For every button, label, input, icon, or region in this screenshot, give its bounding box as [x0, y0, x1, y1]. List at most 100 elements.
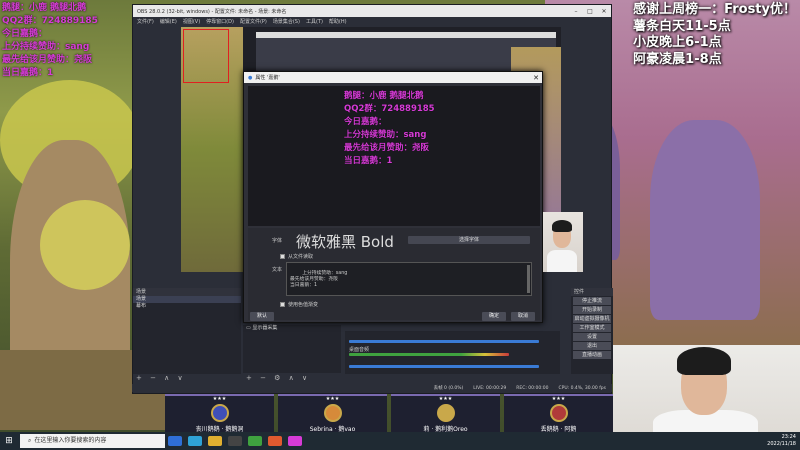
exit-button[interactable]: 退出: [573, 342, 611, 350]
overlay-line: 今日嘉鹅：: [2, 29, 48, 39]
menu-profile[interactable]: 配置文件(P): [240, 18, 267, 25]
text-input[interactable]: 上分持续赞助：sang 最先给该月赞助：尧阪 当日嘉鹅：1: [286, 262, 532, 296]
overlay-info-left: 鹅腿：小鹿 鹅腿北鹅 QQ2群：724889185 今日嘉鹅： 上分持续赞助：s…: [2, 2, 98, 80]
virtual-camera-button[interactable]: 启动虚拟摄像机: [573, 315, 611, 323]
obs-taskbar-icon[interactable]: [228, 436, 242, 446]
menu-file[interactable]: 文件(F): [137, 18, 154, 25]
sources-list: ▭ 显示器采集: [243, 325, 341, 373]
webcam-small: [543, 212, 583, 272]
wechat-icon[interactable]: [248, 436, 262, 446]
scenes-list: 场景 幕布: [133, 296, 241, 374]
source-item[interactable]: ▭ 显示器采集: [243, 325, 341, 332]
preview-selection-box[interactable]: [183, 29, 229, 83]
streamer-hair: [552, 220, 572, 232]
dialog-close-icon[interactable]: ✕: [530, 74, 542, 82]
preview-text-line: 最先给该月赞助：尧阪: [344, 143, 430, 153]
preview-text-line: 今日嘉鹅：: [344, 117, 387, 127]
scene-item[interactable]: 场景: [133, 296, 241, 303]
app-icon[interactable]: [268, 436, 282, 446]
task-view-icon[interactable]: [168, 436, 182, 446]
overlay-line: 薯条白天11-5点: [633, 18, 731, 34]
properties-dialog: ● 属性 '嘉鹅' ✕ 鹅腿：小鹿 鹅腿北鹅 QQ2群：724889185 今日…: [243, 71, 543, 323]
preview-text-line: 当日嘉鹅：1: [344, 156, 393, 166]
checkbox-box[interactable]: [280, 302, 285, 307]
ok-button[interactable]: 确定: [482, 312, 506, 321]
scenes-toolbar[interactable]: + − ∧ ∨: [136, 374, 186, 382]
streamer-hair: [677, 347, 731, 375]
overlay-line: 感谢上周榜一：Frosty优！: [633, 2, 796, 17]
menu-help[interactable]: 帮助(H): [329, 18, 347, 25]
transition-button[interactable]: 直播动画: [573, 351, 611, 359]
status-live-time: LIVE: 00:00:29: [473, 385, 507, 391]
source-label: 显示器采集: [252, 325, 278, 331]
file-explorer-icon[interactable]: [208, 436, 222, 446]
edge-icon[interactable]: [188, 436, 202, 446]
stop-stream-button[interactable]: 停止推流: [573, 297, 611, 305]
hero-portrait: [549, 404, 568, 422]
cancel-button[interactable]: 取消: [511, 312, 535, 321]
tray-time: 23:24: [781, 434, 796, 440]
gradient-checkbox[interactable]: 使用色值渐变: [280, 301, 318, 308]
hero-card: ★★★ 丢鹅鹅 · 阿鹅: [504, 394, 613, 434]
start-recording-button[interactable]: 开始录制: [573, 306, 611, 314]
search-placeholder: 在这里输入你要搜索的内容: [34, 437, 107, 444]
system-tray-clock[interactable]: 23:24 2022/11/18: [767, 434, 796, 448]
from-file-label: 从文件读取: [288, 254, 314, 260]
overlay-line: QQ2群：724889185: [2, 16, 98, 26]
overlay-line: 阿豪凌晨1-8点: [633, 51, 722, 67]
from-file-checkbox[interactable]: 从文件读取: [280, 253, 313, 260]
app-icon[interactable]: [288, 436, 302, 446]
overlay-line: 最先给该月赞助：尧阪: [2, 55, 93, 65]
menu-tools[interactable]: 工具(T): [306, 18, 323, 25]
dialog-title-bar: ● 属性 '嘉鹅' ✕: [244, 72, 542, 83]
volume-slider[interactable]: [349, 340, 539, 343]
obs-title: OBS 28.0.2 (32-bit, windows) - 配置文件: 未命名…: [137, 8, 287, 15]
status-cpu: CPU: 0.4%, 30.00 fps: [558, 385, 607, 391]
controls-panel: 停止推流 开始录制 启动虚拟摄像机 工作室模式 设置 退出 直播动画: [571, 296, 613, 374]
mixer-channel-label: 桌面音频: [349, 347, 370, 353]
scene-item[interactable]: 幕布: [133, 303, 241, 310]
hero-stars: ★★★: [551, 396, 566, 402]
hero-stars: ★★★: [325, 396, 340, 402]
settings-button[interactable]: 设置: [573, 333, 611, 341]
volume-slider[interactable]: [349, 365, 539, 368]
hero-stars: ★★★: [212, 396, 227, 402]
studio-mode-button[interactable]: 工作室模式: [573, 324, 611, 332]
tray-date: 2022/11/18: [767, 441, 796, 447]
hero-portrait: [436, 404, 455, 422]
defaults-button[interactable]: 默认: [250, 312, 274, 321]
windows-start-icon[interactable]: ⊞: [0, 436, 18, 446]
hero-card: ★★★ Sebrina · 鹅vao: [278, 394, 387, 434]
hero-strip: ★★★ 丧川鹅鹅 · 鹅鹅洞 ★★★ Sebrina · 鹅vao ★★★ 莉 …: [165, 394, 613, 434]
menu-view[interactable]: 视图(V): [183, 18, 200, 25]
obs-title-bar: OBS 28.0.2 (32-bit, windows) - 配置文件: 未命名…: [133, 5, 611, 17]
dialog-properties: 字体 微软雅黑 Bold 选择字体 从文件读取 文本 上分持续赞助：sang 最…: [248, 228, 540, 320]
volume-meter: [349, 353, 509, 356]
preview-text-block: 鹅腿：小鹿 鹅腿北鹅 QQ2群：724889185 今日嘉鹅： 上分持续赞助：s…: [344, 90, 435, 168]
overlay-line: 上分持续赞助：sang: [2, 42, 90, 52]
taskbar-search-box[interactable]: ⌕ 在这里输入你要搜索的内容: [20, 434, 165, 448]
dialog-text-preview: 鹅腿：小鹿 鹅腿北鹅 QQ2群：724889185 今日嘉鹅： 上分持续赞助：s…: [248, 86, 540, 226]
text-label: 文本: [272, 267, 283, 273]
preview-text-line: 鹅腿：小鹿 鹅腿北鹅: [344, 91, 424, 101]
minimize-icon[interactable]: –: [569, 8, 583, 15]
gradient-label: 使用色值渐变: [288, 302, 319, 308]
sources-toolbar[interactable]: + − ⚙ ∧ ∨: [246, 374, 310, 382]
windows-taskbar: ⊞ ⌕ 在这里输入你要搜索的内容 23:24 2022/11/18: [0, 432, 800, 450]
overlay-schedule-right: 感谢上周榜一：Frosty优！ 薯条白天11-5点 小皮晚上6-1点 阿豪凌晨1…: [633, 2, 796, 68]
obs-app-icon: ●: [248, 74, 253, 81]
menu-scene-collection[interactable]: 场景集合(S): [273, 18, 300, 25]
select-font-button[interactable]: 选择字体: [408, 236, 530, 244]
menu-edit[interactable]: 编辑(E): [160, 18, 177, 25]
search-icon: ⌕: [28, 437, 32, 444]
background-statue: [650, 120, 760, 320]
overlay-line: 当日嘉鹅：1: [2, 68, 54, 78]
menu-docks[interactable]: 停靠窗口(D): [206, 18, 234, 25]
close-icon[interactable]: ✕: [597, 8, 611, 15]
maximize-icon[interactable]: □: [583, 8, 597, 15]
dialog-title: 属性 '嘉鹅': [255, 75, 280, 81]
scenes-dock-header: 场景: [133, 288, 241, 296]
text-scrollbar[interactable]: [527, 265, 530, 293]
hero-portrait: [210, 404, 229, 422]
checkbox-box[interactable]: [280, 254, 285, 259]
